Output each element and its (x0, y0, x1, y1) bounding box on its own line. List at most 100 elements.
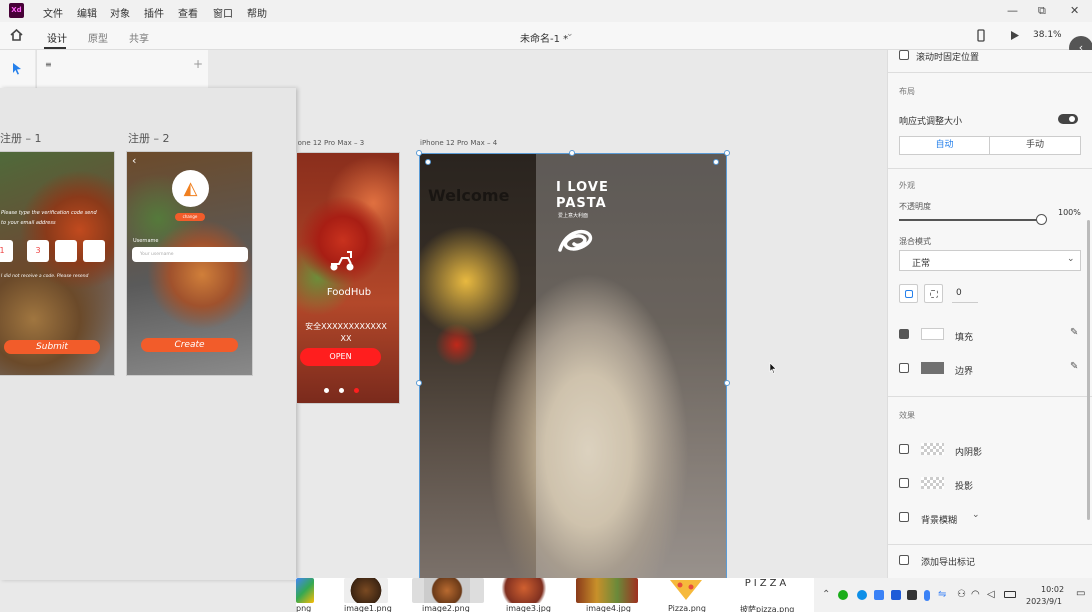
seg-auto[interactable]: 自动 (900, 137, 990, 154)
blend-mode-value: 正常 (912, 259, 931, 269)
opacity-slider-track[interactable] (899, 219, 1041, 221)
restore-icon[interactable]: ⧉ (1038, 4, 1046, 18)
edge-icon[interactable] (857, 590, 867, 600)
inner-shadow-swatch[interactable] (921, 443, 944, 455)
selection-handle-tl[interactable] (416, 150, 422, 156)
radius-handle-right[interactable] (713, 159, 719, 165)
wifi-icon[interactable]: ◠ (971, 589, 980, 600)
thumbnail-2-selected[interactable] (412, 578, 484, 603)
artboard-2-label[interactable]: 注册 – 2 (128, 130, 170, 146)
create-button[interactable]: Create (141, 338, 238, 352)
fixed-on-scroll-checkbox[interactable] (899, 50, 909, 60)
corner-radius-value[interactable]: 0 (956, 288, 962, 298)
tab-share[interactable]: 共享 (129, 30, 149, 45)
chevron-down-icon[interactable]: ⌄ (972, 510, 980, 520)
selection-handle-t[interactable] (569, 150, 575, 156)
thumbnail-6[interactable]: PIZZA (736, 578, 798, 603)
thumbnail-5[interactable] (664, 578, 708, 602)
add-layer-icon[interactable]: + (193, 57, 203, 71)
artboard-1-label[interactable]: 注册 – 1 (0, 130, 42, 146)
close-icon[interactable]: ✕ (1070, 4, 1079, 17)
code-digit-4[interactable] (83, 240, 105, 262)
zoom-level[interactable]: 38.1% (1033, 30, 1062, 40)
thumbnail-3[interactable] (496, 578, 558, 603)
artboard-4-label[interactable]: iPhone 12 Pro Max – 4 (420, 139, 497, 147)
open-button[interactable]: OPEN (300, 348, 381, 366)
radius-handle-left[interactable] (425, 159, 431, 165)
code-digit-2[interactable]: 3 (27, 240, 49, 262)
device-preview-icon[interactable] (977, 29, 985, 42)
change-avatar-button[interactable]: change (175, 213, 205, 221)
home-icon[interactable] (10, 29, 23, 41)
tab-design[interactable]: 设计 (47, 30, 67, 45)
menu-view[interactable]: 查看 (178, 5, 198, 20)
background-blur-checkbox[interactable] (899, 512, 909, 522)
select-tool-icon[interactable] (12, 62, 22, 75)
add-export-mark-checkbox[interactable] (899, 555, 909, 565)
clock-time[interactable]: 10:02 (1041, 585, 1064, 594)
menu-window[interactable]: 窗口 (213, 5, 233, 20)
selection-handle-tr[interactable] (724, 150, 730, 156)
app-tray-icon[interactable] (891, 590, 901, 600)
back-arrow-icon[interactable]: ‹ (132, 154, 136, 167)
chevron-up-icon[interactable]: ⌃ (822, 589, 830, 600)
border-color-swatch[interactable] (921, 362, 944, 374)
carousel-dot-3[interactable] (354, 388, 359, 393)
menu-edit[interactable]: 编辑 (77, 5, 97, 20)
carousel-dot-1[interactable] (324, 388, 329, 393)
selection-handle-l[interactable] (416, 380, 422, 386)
xd-logo-icon: Xd (9, 3, 24, 18)
eyedropper-icon[interactable]: ✎ (1070, 327, 1078, 338)
fill-checkbox[interactable] (899, 329, 909, 339)
artboard-register-2[interactable]: ‹ ◭ change Username Your username Create (126, 151, 253, 376)
username-input[interactable]: Your username (132, 247, 248, 262)
opacity-slider-thumb[interactable] (1036, 214, 1047, 225)
minimize-icon[interactable]: — (1007, 4, 1018, 17)
inspector-scrollbar[interactable] (1087, 220, 1090, 520)
blend-mode-select[interactable]: 正常 ⌄ (899, 250, 1081, 271)
artboard-register-1[interactable]: Please type the verification code send t… (0, 151, 115, 376)
notification-icon[interactable]: ▭ (1076, 588, 1085, 599)
app-tray-icon[interactable]: ⇋ (938, 589, 946, 600)
chevron-down-icon[interactable]: ⌄ (566, 29, 574, 39)
per-corner-button[interactable] (924, 284, 943, 303)
pizza-avatar-icon[interactable]: ◭ (172, 170, 209, 207)
thumbnail-1[interactable] (344, 578, 388, 603)
submit-button[interactable]: Submit (4, 340, 100, 354)
document-title[interactable]: 未命名-1 * (520, 30, 568, 45)
responsive-resize-toggle[interactable] (1058, 114, 1078, 124)
artboard-iphone-3[interactable]: FoodHub 安全XXXXXXXXXXXXXX OPEN (296, 152, 400, 404)
app-tray-icon[interactable] (907, 590, 917, 600)
inner-shadow-checkbox[interactable] (899, 444, 909, 454)
fill-color-swatch[interactable] (921, 328, 944, 340)
speaker-icon[interactable]: ◁ (987, 589, 995, 600)
microphone-icon[interactable] (924, 590, 930, 601)
eyedropper-icon[interactable]: ✎ (1070, 361, 1078, 372)
menu-object[interactable]: 对象 (110, 5, 130, 20)
clock-date[interactable]: 2023/9/1 (1026, 597, 1062, 606)
artboard-3-label[interactable]: iPhone 12 Pro Max – 3 (297, 139, 402, 147)
menu-plugins[interactable]: 插件 (144, 5, 164, 20)
drop-shadow-swatch[interactable] (921, 477, 944, 489)
carousel-dot-2[interactable] (339, 388, 344, 393)
uniform-corner-button[interactable] (899, 284, 918, 303)
artboard-iphone-4[interactable]: Welcome I LOVE PASTA 爱上意大利面 (419, 153, 727, 579)
border-checkbox[interactable] (899, 363, 909, 373)
drop-shadow-checkbox[interactable] (899, 478, 909, 488)
play-icon[interactable] (1010, 30, 1020, 41)
layers-icon[interactable]: ≡ (45, 60, 52, 69)
thumbnail-0[interactable] (296, 578, 314, 603)
thumbnail-4[interactable] (576, 578, 638, 603)
battery-icon[interactable] (1004, 591, 1016, 598)
app-tray-icon[interactable]: ⚇ (957, 589, 966, 600)
tab-prototype[interactable]: 原型 (88, 30, 108, 45)
wechat-icon[interactable] (838, 590, 848, 600)
code-digit-1[interactable]: 1 (0, 240, 13, 262)
menu-help[interactable]: 帮助 (247, 5, 267, 20)
seg-manual[interactable]: 手动 (990, 137, 1080, 154)
code-digit-3[interactable] (55, 240, 77, 262)
selection-handle-r[interactable] (724, 380, 730, 386)
menu-file[interactable]: 文件 (43, 5, 63, 20)
app-tray-icon[interactable] (874, 590, 884, 600)
opacity-value[interactable]: 100% (1058, 208, 1081, 217)
